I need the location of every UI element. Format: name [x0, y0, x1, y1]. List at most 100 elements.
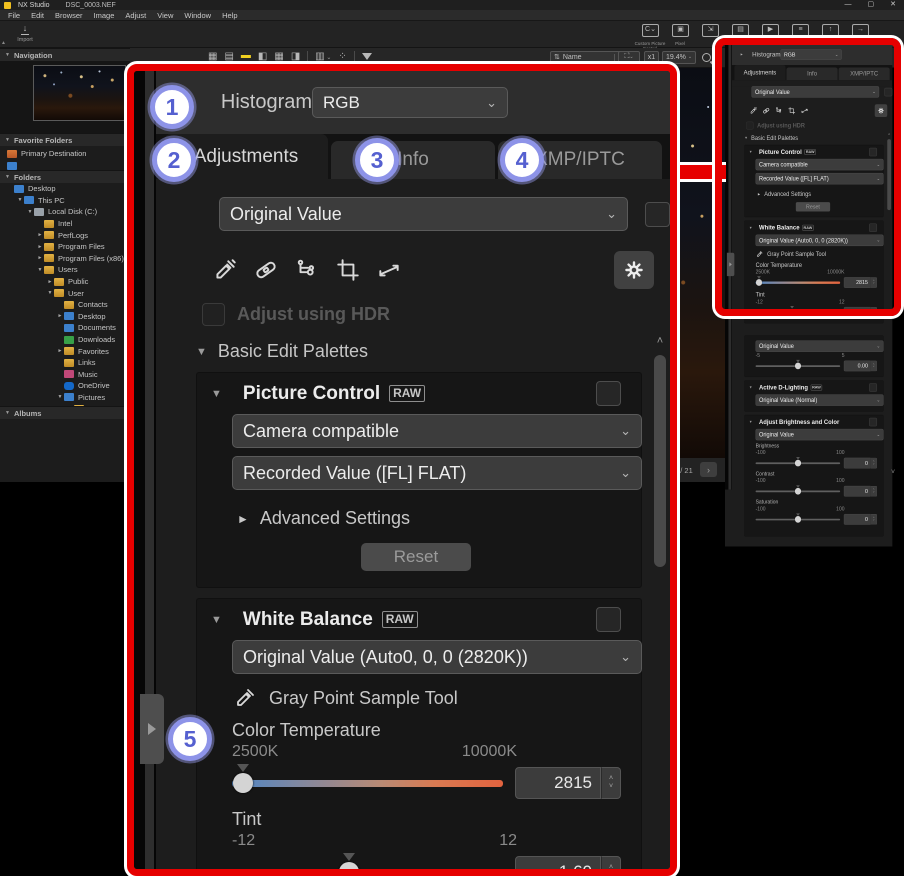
spinner-arrows[interactable]: ˄˅: [871, 307, 877, 318]
picture-control-value-dropdown[interactable]: Recorded Value ([FL] FLAT)⌄: [756, 173, 884, 184]
convert-icon[interactable]: ⇲: [702, 24, 719, 37]
tree-item-pictures[interactable]: ▼Pictures: [0, 392, 130, 404]
basic-edit-palettes-header[interactable]: ▼ Basic Edit Palettes: [196, 341, 642, 362]
tree-item-intel[interactable]: Intel: [0, 218, 130, 230]
advanced-settings-toggle[interactable]: ► Advanced Settings: [237, 508, 621, 529]
retouch-brush-icon[interactable]: [253, 257, 279, 283]
tree-item-favorites[interactable]: ►Favorites: [0, 345, 130, 357]
layout-icon[interactable]: ▥ ⌄: [315, 51, 331, 62]
scroll-down-icon[interactable]: ˅: [891, 469, 895, 476]
slider-knob[interactable]: [795, 460, 801, 467]
brightness-slider[interactable]: [756, 462, 841, 464]
menu-file[interactable]: File: [8, 11, 20, 20]
menu-image[interactable]: Image: [94, 11, 115, 20]
preset-checkbox[interactable]: [884, 88, 892, 96]
tree-item-downloads[interactable]: Downloads: [0, 334, 130, 346]
tab-info[interactable]: Info: [786, 67, 837, 80]
custom-picture-control-button[interactable]: C⌄ Custom Picture Control: [642, 24, 659, 37]
tree-item-perflogs[interactable]: ►PerfLogs: [0, 229, 130, 241]
tree-item-onedrive[interactable]: OneDrive: [0, 380, 130, 392]
brightness-value[interactable]: 0: [844, 458, 871, 469]
settings-button[interactable]: [614, 251, 654, 289]
slider-knob[interactable]: [789, 309, 795, 316]
zoom-level-dropdown[interactable]: 19.4%⌄: [662, 51, 696, 64]
brightness-color-dropdown[interactable]: Original Value⌄: [756, 429, 884, 440]
image-view-icon[interactable]: ▬: [241, 50, 251, 63]
tint-slider[interactable]: [232, 869, 503, 876]
tree-item-public[interactable]: ►Public: [0, 276, 130, 288]
tree-item-program-files[interactable]: ►Program Files: [0, 241, 130, 253]
adjustment-preset-dropdown[interactable]: Original Value ⌄: [219, 197, 628, 231]
slider-knob[interactable]: [233, 773, 253, 793]
triangle-down-icon[interactable]: ▼: [211, 614, 222, 626]
toolbar-collapse-icon[interactable]: ▲: [1, 40, 6, 46]
menu-adjust[interactable]: Adjust: [125, 11, 146, 20]
tree-item-desktop-user[interactable]: ►Desktop: [0, 311, 130, 323]
tree-item-contacts[interactable]: Contacts: [0, 299, 130, 311]
close-button[interactable]: ✕: [890, 0, 896, 10]
scroll-up-icon[interactable]: ˄: [652, 333, 668, 349]
image-info-view-icon[interactable]: ◧: [258, 51, 267, 62]
triangle-down-icon[interactable]: ▼: [749, 420, 752, 424]
triangle-down-icon[interactable]: ▼: [211, 388, 222, 400]
active-d-lighting-checkbox[interactable]: [869, 383, 877, 391]
picture-control-mode-dropdown[interactable]: Camera compatible⌄: [232, 414, 642, 448]
spinner-arrows[interactable]: ˄˅: [601, 856, 621, 876]
slider-knob[interactable]: [795, 488, 801, 495]
panel-scrollbar[interactable]: ˄: [652, 333, 668, 876]
tree-item-local-disk[interactable]: ▼Local Disk (C:): [0, 206, 130, 218]
straighten-icon[interactable]: [801, 106, 809, 115]
straighten-icon[interactable]: [376, 257, 402, 283]
basic-edit-palettes-header[interactable]: ▼ Basic Edit Palettes: [744, 134, 883, 141]
favorite-folders-header[interactable]: ▼ Favorite Folders: [0, 133, 130, 146]
slider-knob[interactable]: [795, 363, 801, 370]
chevron-right-icon[interactable]: ►: [740, 53, 743, 57]
sort-dropdown[interactable]: ⇅ Name ⌄: [550, 51, 626, 64]
tint-value[interactable]: -1.60: [515, 856, 601, 876]
advanced-settings-toggle[interactable]: ► Advanced Settings: [757, 190, 877, 197]
tint-slider[interactable]: [756, 311, 841, 313]
reset-button[interactable]: Reset: [361, 543, 471, 571]
favorite-item-primary-destination[interactable]: Primary Destination: [0, 147, 130, 160]
spinner-arrows[interactable]: ˄˅: [871, 514, 877, 525]
compare-view-icon[interactable]: ▦: [274, 51, 283, 62]
adjustment-preset-dropdown[interactable]: Original Value ⌄: [752, 86, 880, 97]
next-image-button[interactable]: ›: [700, 462, 717, 477]
slider-knob[interactable]: [756, 279, 762, 286]
histogram-channel-dropdown[interactable]: RGB ⌄: [312, 87, 508, 118]
tree-item-documents[interactable]: Documents: [0, 322, 130, 334]
spinner-arrows[interactable]: ˄˅: [871, 277, 877, 288]
slideshow-icon[interactable]: ▶: [762, 24, 779, 37]
scroll-up-icon[interactable]: ˄: [887, 132, 892, 137]
picture-control-checkbox[interactable]: [869, 148, 877, 156]
minimize-button[interactable]: —: [845, 0, 852, 10]
exposure-dropdown[interactable]: Original Value⌄: [756, 340, 884, 351]
triangle-down-icon[interactable]: ▼: [749, 150, 752, 154]
pixel-tool-button[interactable]: ▣ Pixel: [672, 24, 689, 37]
spinner-arrows[interactable]: ˄˅: [871, 458, 877, 469]
picture-control-mode-dropdown[interactable]: Camera compatible⌄: [756, 159, 884, 170]
retouch-brush-icon[interactable]: [762, 106, 770, 115]
color-temperature-value[interactable]: 2815: [515, 767, 601, 799]
adjust-hdr-checkbox[interactable]: [746, 122, 753, 130]
exposure-value[interactable]: 0.00: [844, 361, 871, 372]
tint-value[interactable]: -1.60: [844, 307, 871, 318]
settings-button[interactable]: [875, 104, 887, 117]
fit-view-dropdown[interactable]: ⛶⌄: [618, 51, 640, 64]
tree-item-this-pc[interactable]: ▼This PC: [0, 195, 130, 207]
grid-view-icon[interactable]: ▦: [208, 51, 217, 62]
white-balance-dropdown[interactable]: Original Value (Auto0, 0, 0 (2820K))⌄: [756, 235, 884, 246]
gray-point-eyedropper-icon[interactable]: [749, 106, 757, 115]
filter-icon[interactable]: [362, 53, 372, 60]
picture-control-value-dropdown[interactable]: Recorded Value ([FL] FLAT)⌄: [232, 456, 642, 490]
preset-checkbox[interactable]: [645, 202, 670, 227]
scrollbar-thumb[interactable]: [887, 139, 891, 210]
color-temperature-value[interactable]: 2815: [844, 277, 871, 288]
fullscreen-icon[interactable]: ⁘: [338, 51, 346, 62]
menu-window[interactable]: Window: [184, 11, 211, 20]
tab-xmp-iptc[interactable]: XMP/IPTC: [839, 67, 890, 80]
active-d-lighting-dropdown[interactable]: Original Value (Normal)⌄: [756, 394, 884, 405]
gray-point-sample-tool[interactable]: Gray Point Sample Tool: [233, 686, 621, 710]
split-view-icon[interactable]: ◨: [291, 51, 300, 62]
scrollbar-thumb[interactable]: [654, 355, 666, 567]
